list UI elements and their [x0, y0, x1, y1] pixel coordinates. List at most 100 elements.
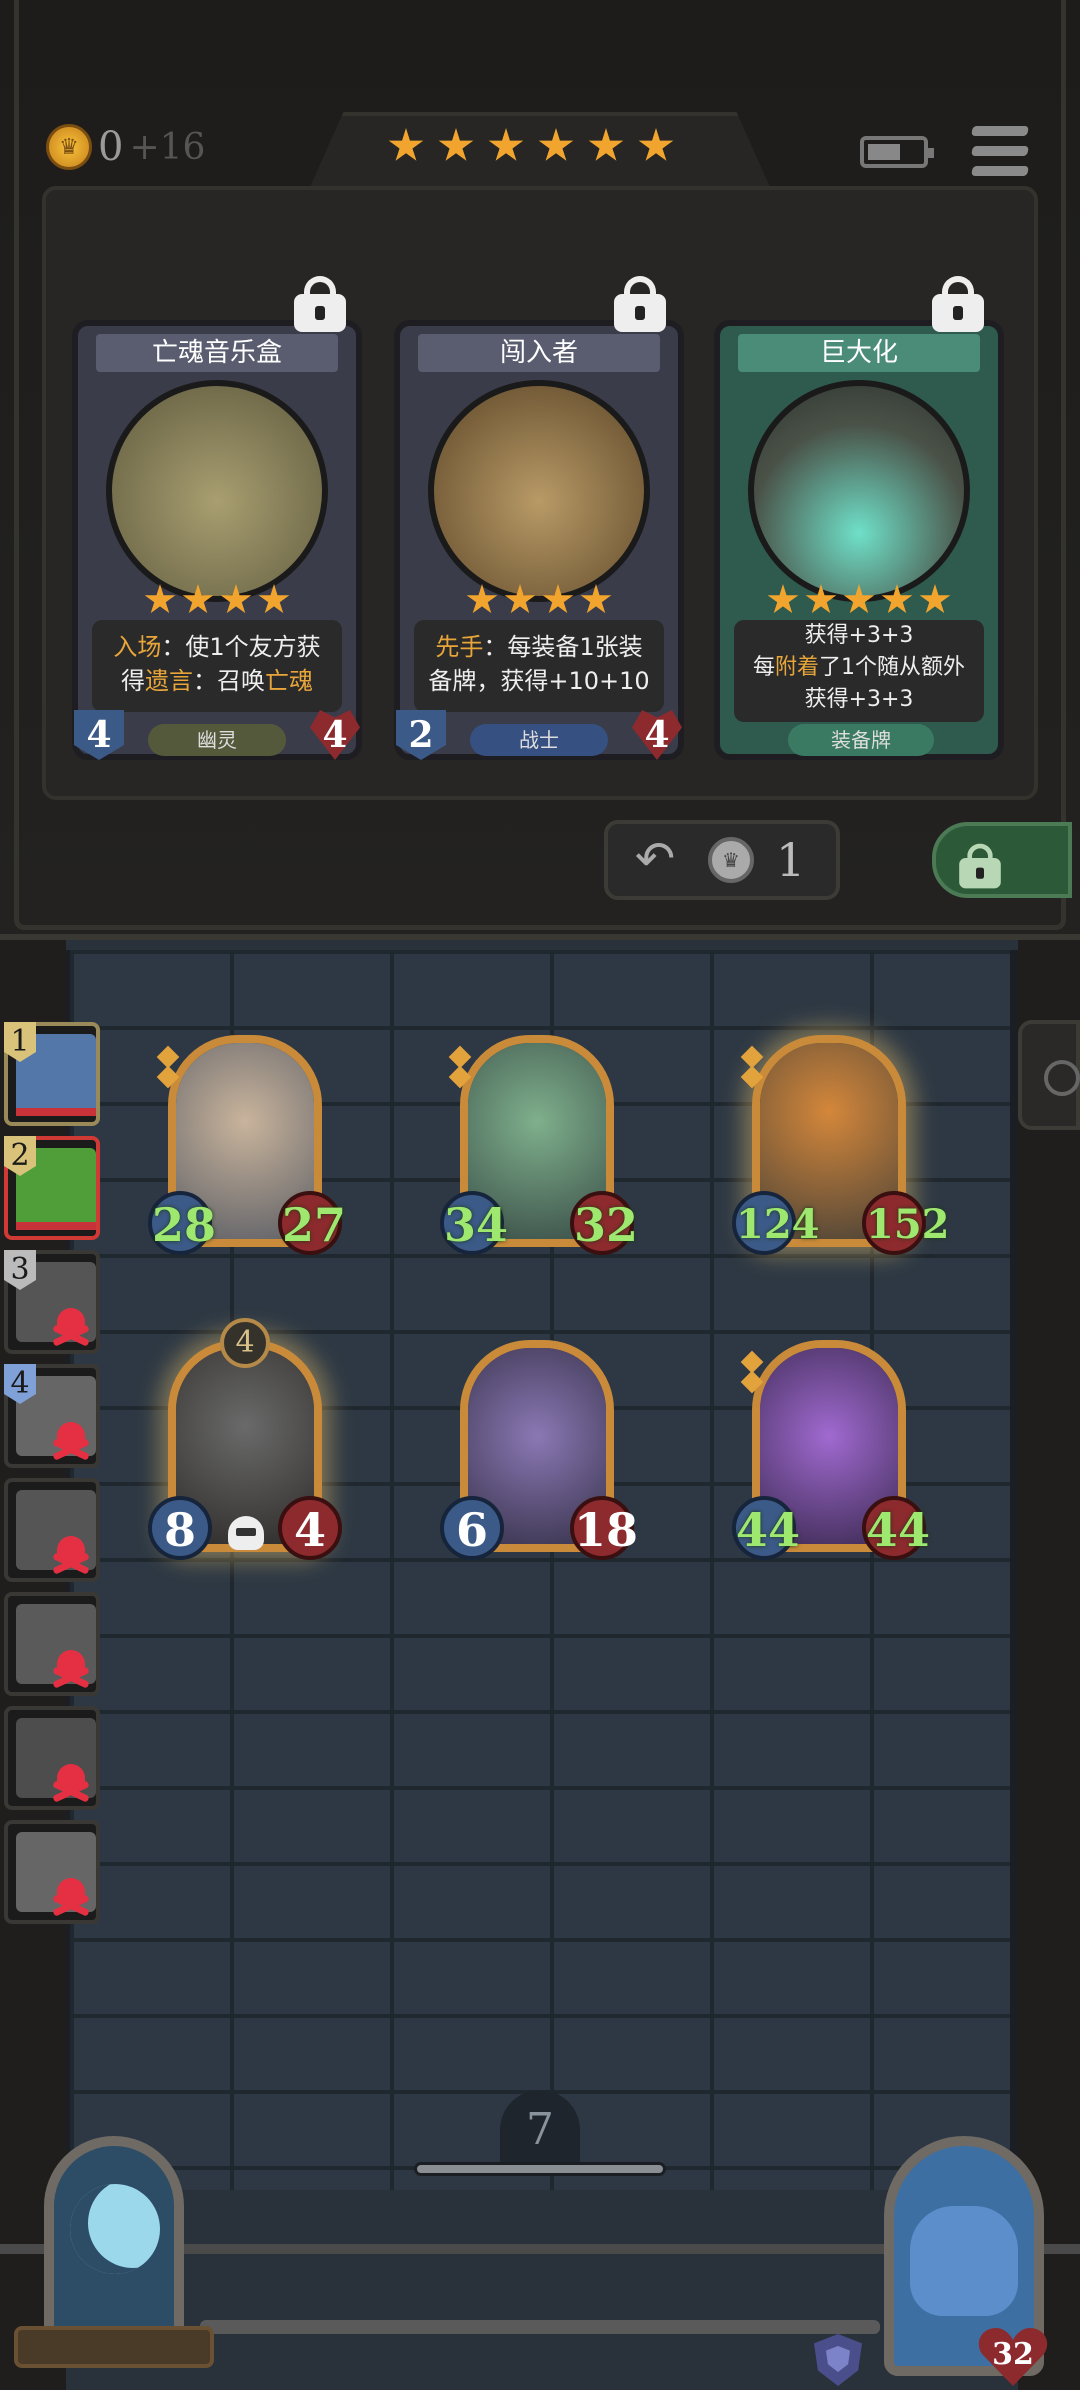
- card-stars: [78, 584, 356, 616]
- star-icon: [258, 584, 290, 614]
- tavern-tier-stars: [388, 128, 674, 164]
- menu-line: [971, 166, 1029, 176]
- minion-slot-1[interactable]: 28 27: [148, 1035, 346, 1267]
- tavern-star-icon: [638, 128, 674, 161]
- tier-markers: [740, 1350, 764, 1394]
- card-art-music-box: [106, 380, 328, 602]
- card-tribe-tag: 幽灵: [148, 724, 286, 756]
- gold-income: +16: [129, 126, 206, 168]
- opponent-3[interactable]: 3: [4, 1250, 100, 1354]
- gold-display: ♛ 0 +16: [46, 124, 205, 170]
- keyword: 先手: [435, 633, 484, 661]
- lock-icon[interactable]: [294, 276, 346, 332]
- card-stars: [720, 584, 998, 616]
- minion-slot-3[interactable]: 124 152: [732, 1035, 950, 1267]
- battery-icon: [860, 136, 934, 168]
- minion-slot-6[interactable]: 44 44: [732, 1340, 930, 1572]
- keyword: 亡魂: [265, 667, 313, 695]
- menu-button[interactable]: [971, 126, 1029, 176]
- tier-markers: [448, 1045, 472, 1089]
- lock-body: [294, 294, 346, 332]
- tier-markers: [156, 1045, 180, 1089]
- star-icon: [767, 584, 799, 614]
- star-icon: [805, 584, 837, 614]
- text: 得: [121, 667, 145, 695]
- menu-line: [971, 146, 1029, 156]
- health-value: 44: [862, 1496, 930, 1560]
- star-icon: [542, 584, 574, 614]
- turn-timer-bar: [414, 2162, 666, 2176]
- refresh-shop-group: ↶ ♛ 1: [604, 820, 840, 900]
- opponent-6[interactable]: [4, 1592, 100, 1696]
- star-icon: [144, 584, 176, 614]
- lock-icon[interactable]: [932, 276, 984, 332]
- shop-card-2[interactable]: 闯入者 先手：每装备1张装 备牌，获得+10+10 战士 2 4: [394, 320, 684, 760]
- opponent-4[interactable]: 4: [4, 1364, 100, 1468]
- turn-number: 7: [526, 2104, 554, 2155]
- health-value: 27: [278, 1191, 346, 1255]
- turn-counter: 7: [414, 2090, 666, 2180]
- shop-panel: ♛ 0 +16 亡魂音乐盒 入场：使1个友方获 得遗言：召唤亡魂 幽灵 4 4 …: [0, 0, 1080, 940]
- opponent-2[interactable]: 2: [4, 1136, 100, 1240]
- card-stars: [400, 584, 678, 616]
- health-value: 32: [570, 1191, 638, 1255]
- attack-value: 28: [148, 1191, 216, 1255]
- tier-markers: [740, 1045, 764, 1089]
- skull-crossbones-icon: [50, 1760, 92, 1803]
- hero-power-button[interactable]: [14, 2136, 214, 2376]
- attack-value: 44: [732, 1496, 800, 1560]
- skull-crossbones-icon: [50, 1874, 92, 1917]
- skull-icon: [228, 1516, 264, 1550]
- card-title: 闯入者: [418, 334, 660, 372]
- skull-crossbones-icon: [50, 1646, 92, 1689]
- text: 获得+3+3: [804, 623, 914, 648]
- minion-slot-4[interactable]: 4 8 4: [148, 1318, 342, 1572]
- lock-body: [959, 858, 1001, 889]
- opponent-1[interactable]: 1: [4, 1022, 100, 1126]
- text: 备牌，获得+10+10: [428, 667, 650, 695]
- health-value: 152: [862, 1191, 950, 1255]
- keyword: 附着: [775, 655, 820, 680]
- text: ：使1个友方获: [161, 633, 321, 661]
- star-icon: [466, 584, 498, 614]
- star-icon: [220, 584, 252, 614]
- opponent-8[interactable]: [4, 1820, 100, 1924]
- lock-icon[interactable]: [614, 276, 666, 332]
- shop-card-3[interactable]: 巨大化 获得+3+3 每附着了1个随从额外 获得+3+3 装备牌: [714, 320, 1004, 760]
- opponent-7[interactable]: [4, 1706, 100, 1810]
- refresh-cost: 1: [776, 833, 806, 887]
- opponent-5[interactable]: [4, 1478, 100, 1582]
- keyword: 遗言: [145, 667, 193, 695]
- opponent-health-bar: [16, 1222, 96, 1230]
- star-icon: [919, 584, 951, 614]
- opponent-list: 1234: [4, 1022, 108, 1934]
- lock-body: [614, 294, 666, 332]
- side-toggle-button[interactable]: [1018, 1020, 1080, 1130]
- minion-level-badge: 4: [220, 1318, 270, 1368]
- crown-coin-icon: ♛: [708, 837, 754, 883]
- attack-value: 34: [440, 1191, 508, 1255]
- lock-body: [932, 294, 984, 332]
- text: 了1个随从额外: [819, 655, 966, 680]
- star-icon: [843, 584, 875, 614]
- crown-coin-icon: ♛: [46, 124, 92, 170]
- skull-crossbones-icon: [50, 1418, 92, 1461]
- attack-value: 6: [440, 1496, 504, 1560]
- refresh-icon[interactable]: ↶: [624, 829, 686, 891]
- freeze-shop-button[interactable]: [932, 822, 1072, 898]
- minion-slot-2[interactable]: 34 32: [440, 1035, 638, 1267]
- card-title: 巨大化: [738, 334, 980, 372]
- card-type-tag: 装备牌: [788, 724, 934, 756]
- attack-value: 8: [148, 1496, 212, 1560]
- gold-value: 0: [98, 124, 124, 170]
- tavern-star-icon: [488, 128, 524, 161]
- attack-value: 124: [732, 1191, 820, 1255]
- card-description: 先手：每装备1张装 备牌，获得+10+10: [414, 620, 664, 712]
- player-hero-portrait[interactable]: 32: [864, 2136, 1070, 2386]
- health-value: 18: [570, 1496, 638, 1560]
- minion-slot-5[interactable]: 6 18: [440, 1340, 638, 1572]
- card-art-gigantify: [748, 380, 970, 602]
- attack-badge: 4: [74, 710, 124, 760]
- tavern-star-icon: [588, 128, 624, 161]
- shop-card-1[interactable]: 亡魂音乐盒 入场：使1个友方获 得遗言：召唤亡魂 幽灵 4 4: [72, 320, 362, 760]
